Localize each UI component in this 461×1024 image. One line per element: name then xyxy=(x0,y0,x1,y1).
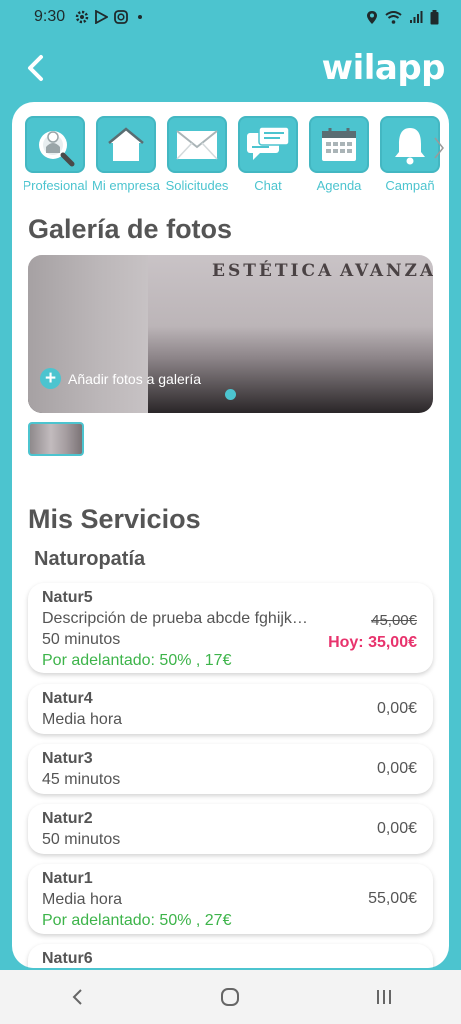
service-category: Naturopatía xyxy=(34,548,146,570)
battery-icon xyxy=(430,9,439,24)
menu-label: Chat xyxy=(254,178,282,193)
main-card: Profesional Mi empresa Solicitudes Chat … xyxy=(12,102,449,968)
menu-item-agenda[interactable]: Agenda xyxy=(308,116,370,198)
menu-scroll-right-button[interactable] xyxy=(433,136,445,160)
menu-item-mi-empresa[interactable]: Mi empresa xyxy=(92,116,160,198)
menu-item-profesional[interactable]: Profesional xyxy=(24,116,88,198)
service-name: Natur2 xyxy=(42,810,93,827)
menu-label: Mi empresa xyxy=(92,178,160,193)
system-recents-button[interactable] xyxy=(364,977,404,1017)
service-duration: Media hora xyxy=(42,891,123,908)
signal-icon xyxy=(410,10,423,23)
home-circle-icon xyxy=(221,988,240,1006)
system-navigation-bar xyxy=(0,970,461,1024)
status-time: 9:30 xyxy=(34,8,66,25)
service-price: 0,00€ xyxy=(376,820,417,837)
service-name: Natur5 xyxy=(42,589,93,606)
service-card-natur4[interactable]: Natur4 Media hora 0,00€ xyxy=(28,684,433,734)
service-price: 55,00€ xyxy=(368,890,417,907)
service-old-price: 45,00€ xyxy=(371,612,417,629)
chevron-left-icon xyxy=(28,55,43,81)
service-name: Natur1 xyxy=(42,870,93,887)
back-button[interactable] xyxy=(20,53,50,83)
service-card-natur6[interactable]: Natur6 xyxy=(28,944,433,968)
calendar-icon xyxy=(322,127,356,161)
service-card-natur1[interactable]: Natur1 Media hora Por adelantado: 50% , … xyxy=(28,864,433,934)
app-header: wilapp xyxy=(0,34,461,102)
service-card-natur2[interactable]: Natur2 50 minutos 0,00€ xyxy=(28,804,433,854)
photo-gallery[interactable]: ESTÉTICA AVANZAD + Añadir fotos a galerí… xyxy=(28,255,433,413)
service-card-natur3[interactable]: Natur3 45 minutos 0,00€ xyxy=(28,744,433,794)
home-icon xyxy=(108,126,144,161)
professional-search-icon xyxy=(39,130,75,166)
plus-icon: + xyxy=(40,368,61,389)
gallery-photo-sign: ESTÉTICA xyxy=(212,261,335,281)
gallery-thumbnail[interactable] xyxy=(28,422,84,456)
gallery-photo-sign-2: AVANZAD xyxy=(340,261,433,281)
service-name: Natur4 xyxy=(42,690,93,707)
play-store-icon xyxy=(95,10,109,24)
menu-label: Agenda xyxy=(316,178,362,193)
instagram-icon xyxy=(114,10,129,24)
service-duration: Media hora xyxy=(42,711,123,728)
envelope-icon xyxy=(176,129,218,160)
menu-label: Solicitudes xyxy=(165,178,229,193)
services-title: Mis Servicios xyxy=(28,504,201,534)
service-name: Natur6 xyxy=(42,950,93,967)
service-duration: 45 minutos xyxy=(42,771,121,788)
service-advance-payment: Por adelantado: 50% , 27€ xyxy=(42,912,232,929)
add-photos-button[interactable]: + Añadir fotos a galería xyxy=(40,368,201,389)
service-description: Descripción de prueba abcde fghijk… xyxy=(42,610,308,627)
add-photos-label: Añadir fotos a galería xyxy=(68,370,202,387)
wifi-icon xyxy=(385,10,402,24)
system-home-button[interactable] xyxy=(210,977,250,1017)
wilapp-logo: wilapp xyxy=(321,48,446,88)
notification-dot-icon xyxy=(138,15,143,19)
service-price: 0,00€ xyxy=(376,760,417,777)
menu-item-chat[interactable]: Chat xyxy=(237,116,299,198)
menu-label: Campañ xyxy=(385,178,435,193)
service-card-natur5[interactable]: Natur5 Descripción de prueba abcde fghij… xyxy=(28,583,433,673)
menu-item-campanas[interactable]: Campañ xyxy=(379,116,440,198)
gallery-title: Galería de fotos xyxy=(28,214,233,244)
menu-row: Profesional Mi empresa Solicitudes Chat … xyxy=(24,116,440,198)
gear-icon xyxy=(75,10,89,24)
chat-bubbles-icon xyxy=(247,125,290,160)
service-name: Natur3 xyxy=(42,750,93,767)
service-duration: 50 minutos xyxy=(42,831,121,848)
chevron-right-icon xyxy=(434,137,444,159)
gallery-page-indicator xyxy=(225,389,236,400)
chevron-left-icon xyxy=(72,989,82,1005)
location-icon xyxy=(367,10,377,24)
service-today-price: Hoy: 35,00€ xyxy=(328,634,417,651)
recents-icon xyxy=(377,990,392,1004)
bell-icon xyxy=(395,127,425,164)
service-price: 0,00€ xyxy=(376,700,417,717)
status-bar: 9:30 xyxy=(0,0,461,34)
service-advance-payment: Por adelantado: 50% , 17€ xyxy=(42,652,232,669)
menu-label: Profesional xyxy=(24,178,88,193)
system-back-button[interactable] xyxy=(57,977,97,1017)
menu-item-solicitudes[interactable]: Solicitudes xyxy=(166,116,228,198)
